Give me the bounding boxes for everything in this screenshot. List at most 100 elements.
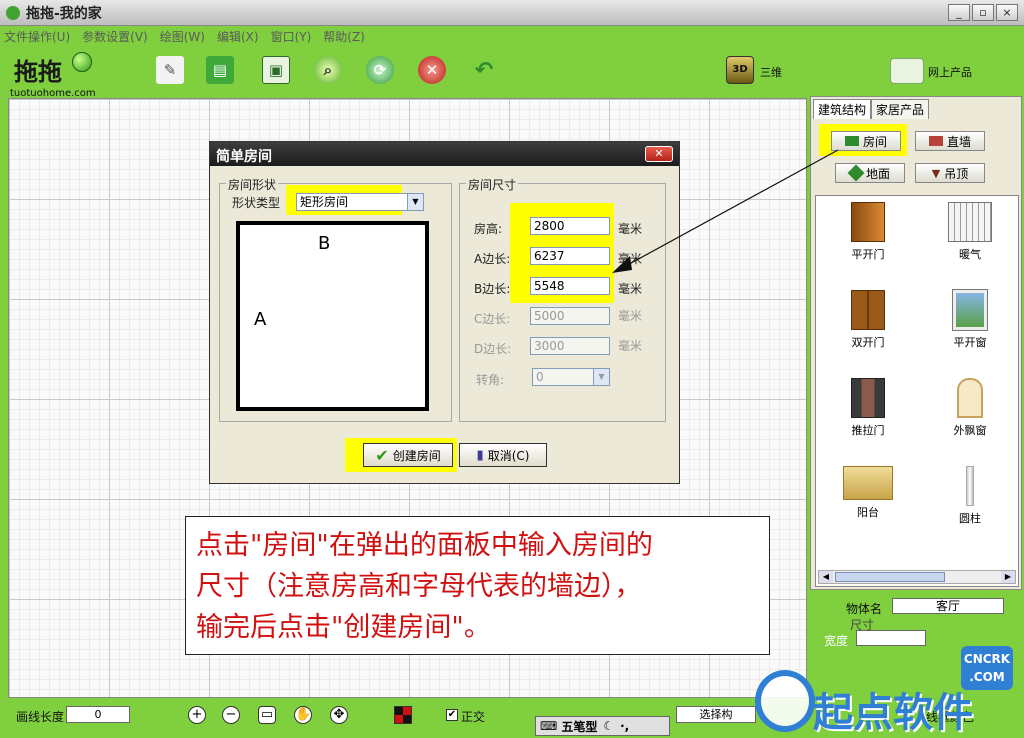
item-label: 暖气 [959,248,981,261]
floor-icon [847,164,865,182]
height-label: 房高: [474,222,503,236]
single-door-icon [851,202,885,242]
chevron-down-icon[interactable]: ▼ [593,369,609,385]
ceiling-button[interactable]: ▼ 吊顶 [915,163,985,183]
component-list: 平开门 暖气 双开门 平开窗 推拉门 外飘窗 阳台 圆柱 ◀ ▶ [815,195,1019,587]
height-unit: 毫米 [618,222,643,236]
menu-file[interactable]: 文件操作(U) [4,28,70,45]
refresh-icon[interactable]: ⟳ [366,56,394,84]
list-item[interactable]: 外飘窗 [930,378,1010,438]
watermark-badge-bottom: .COM [969,670,1005,684]
side-c-input[interactable]: 5000 [530,307,610,325]
stop-icon[interactable]: ✕ [418,56,446,84]
scroll-right-icon[interactable]: ▶ [1001,571,1015,583]
ime-label: 五笔型 [561,719,598,734]
three-d-button[interactable]: 3D [726,56,754,84]
shape-type-select[interactable]: 矩形房间 ▼ [296,193,424,211]
new-file-icon[interactable]: ✎ [156,56,184,84]
casement-window-icon [952,289,988,331]
angle-value: 0 [536,370,544,384]
side-c-unit: 毫米 [618,309,643,323]
object-name-label: 物体名 [846,602,883,616]
angle-select[interactable]: 0 ▼ [532,368,610,386]
list-item[interactable]: 暖气 [930,202,1010,262]
cancel-button[interactable]: ▮ 取消(C) [459,443,547,467]
item-label: 圆柱 [959,512,981,525]
side-d-input[interactable]: 3000 [530,337,610,355]
item-label: 外飘窗 [953,424,987,437]
watermark-logo-icon [755,670,815,732]
note-line: 输完后点击"创建房间"。 [196,612,491,643]
menu-draw[interactable]: 绘图(W) [160,28,205,45]
side-c-label: C边长: [474,312,511,326]
component-panel: 建筑结构 家居产品 房间 直墙 地面 ▼ 吊顶 平开门 暖气 双开门 平开窗 推… [810,96,1022,590]
tab-home-products[interactable]: 家居产品 [871,99,930,119]
dialog-title: 简单房间 [216,149,272,165]
scroll-left-icon[interactable]: ◀ [819,571,833,583]
online-products-label[interactable]: 网上产品 [928,64,972,80]
object-name-field[interactable]: 客厅 [892,598,1004,614]
sliding-door-icon [851,378,885,418]
side-b-label: B边长: [474,282,511,296]
list-item[interactable]: 平开门 [828,202,908,262]
menu-help[interactable]: 帮助(Z) [323,28,365,45]
dialog-close-button[interactable]: ✕ [645,146,673,162]
double-door-icon [851,290,885,330]
height-input[interactable]: 2800 [530,217,610,235]
preview-label-a: A [254,309,267,330]
three-d-label[interactable]: 三维 [760,64,782,80]
list-item[interactable]: 圆柱 [930,466,1010,526]
minimize-button[interactable]: _ [948,4,970,21]
menu-settings[interactable]: 参数设置(V) [82,28,148,45]
side-b-input[interactable]: 5548 [530,277,610,295]
wall-button[interactable]: 直墙 [915,131,985,151]
preview-label-b: B [318,233,331,254]
line-length-input[interactable]: 0 [66,706,130,723]
close-button[interactable]: × [996,4,1018,21]
zoom-icon[interactable]: ⌕ [314,56,342,84]
list-item[interactable]: 平开窗 [930,289,1010,350]
undo-icon[interactable]: ↶ [470,56,498,84]
ime-icon: ⌨ [540,719,558,733]
menu-window[interactable]: 窗口(Y) [271,28,312,45]
instruction-note: 点击"房间"在弹出的面板中输入房间的 尺寸（注意房高和字母代表的墙边）， 输完后… [185,516,770,655]
room-button[interactable]: 房间 [831,131,901,151]
scroll-thumb[interactable] [835,572,945,582]
online-products-icon[interactable] [890,58,924,84]
floor-button[interactable]: 地面 [835,163,905,183]
tab-building-structure[interactable]: 建筑结构 [813,99,872,119]
pan-hand-icon[interactable]: ✋ [294,706,312,724]
chevron-down-icon[interactable]: ▼ [407,194,423,210]
column-icon [966,466,974,506]
item-label: 平开窗 [953,336,987,349]
open-file-icon[interactable]: ▤ [206,56,234,84]
window-title: 拖拖-我的家 [26,5,102,22]
zoom-in-icon[interactable]: + [188,706,206,724]
fit-view-icon[interactable]: ▭ [258,706,276,724]
ceiling-icon: ▼ [931,166,941,180]
list-item[interactable]: 双开门 [828,290,908,350]
panel-tabs: 建筑结构 家居产品 [813,99,930,119]
ime-toolbar[interactable]: ⌨ 五笔型 ☾ ·, [535,716,670,736]
color-picker-icon[interactable] [394,706,412,724]
list-item[interactable]: 推拉门 [828,378,908,438]
zoom-out-icon[interactable]: − [222,706,240,724]
window-controls: _ ▫ × [948,4,1018,21]
logo-mark: 拖拖 [14,57,62,86]
list-item[interactable]: 阳台 [828,466,908,520]
select-mode-field[interactable]: 选择构 [676,706,756,723]
ime-punct-icon: ·, [620,719,630,733]
menu-edit[interactable]: 编辑(X) [217,28,259,45]
create-room-button[interactable]: ✔ 创建房间 [363,443,453,467]
ortho-checkbox[interactable]: ✔ [446,709,458,721]
cancel-label: 取消(C) [487,448,530,463]
room-icon [844,136,859,146]
side-a-input[interactable]: 6237 [530,247,610,265]
restore-button[interactable]: ▫ [972,4,994,21]
horizontal-scrollbar[interactable]: ◀ ▶ [818,570,1016,584]
move-icon[interactable]: ✥ [330,706,348,724]
save-icon[interactable]: ▣ [262,56,290,84]
room-shape-legend: 房间形状 [226,176,279,193]
ceiling-button-label: 吊顶 [944,166,969,181]
side-a-label: A边长: [474,252,511,266]
